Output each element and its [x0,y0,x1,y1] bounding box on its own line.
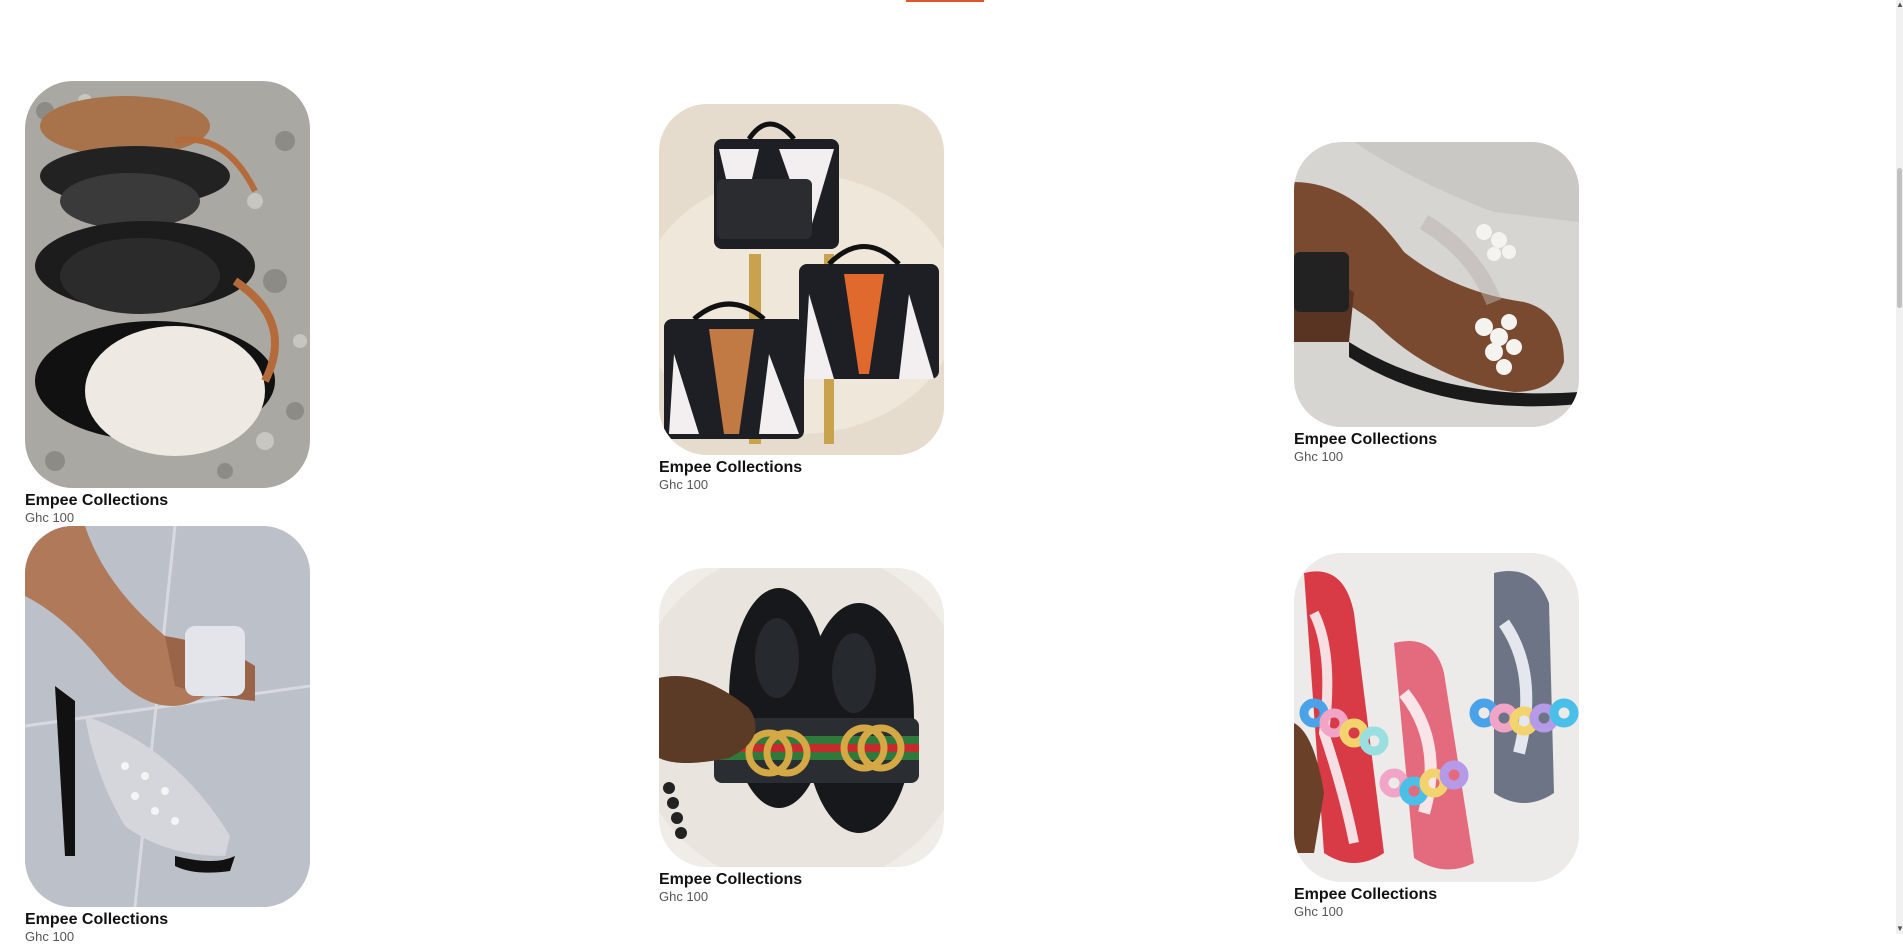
product-name[interactable]: Empee Collections [25,911,310,929]
product-card[interactable]: Empee Collections Ghc 100 [25,526,310,945]
product-card[interactable]: Empee Collections Ghc 100 [1294,553,1579,920]
product-card[interactable]: Empee Collections Ghc 100 [659,104,944,493]
scroll-up-arrow-icon[interactable]: ▲ [1896,0,1903,10]
scroll-down-arrow-icon[interactable]: ▼ [1896,924,1903,934]
product-card[interactable]: Empee Collections Ghc 100 [25,81,310,526]
product-name[interactable]: Empee Collections [659,459,944,477]
product-price: Ghc 100 [25,929,75,944]
product-name[interactable]: Empee Collections [25,492,310,510]
product-name[interactable]: Empee Collections [1294,886,1579,904]
product-card[interactable]: Empee Collections Ghc 100 [659,568,944,905]
scrollbar-thumb[interactable] [1897,168,1902,308]
product-image-rhinestone-mule[interactable] [25,526,310,907]
header-accent-bar [906,0,984,2]
product-name[interactable]: Empee Collections [1294,431,1579,449]
product-image-fluffy-slides[interactable] [25,81,310,488]
product-price: Ghc 100 [25,510,75,525]
page-scrollbar[interactable]: ▲ ▼ [1896,0,1903,934]
product-image-gg-slides[interactable] [659,568,944,867]
product-image-pearl-mule[interactable] [1294,142,1579,427]
product-price: Ghc 100 [1294,449,1344,464]
product-price: Ghc 100 [659,477,709,492]
product-image-tiedye-slides[interactable] [1294,553,1579,882]
product-image-handbag-set[interactable] [659,104,944,455]
product-price: Ghc 100 [1294,904,1344,919]
product-name[interactable]: Empee Collections [659,871,944,889]
product-price: Ghc 100 [659,889,709,904]
product-card[interactable]: Empee Collections Ghc 100 [1294,142,1579,465]
